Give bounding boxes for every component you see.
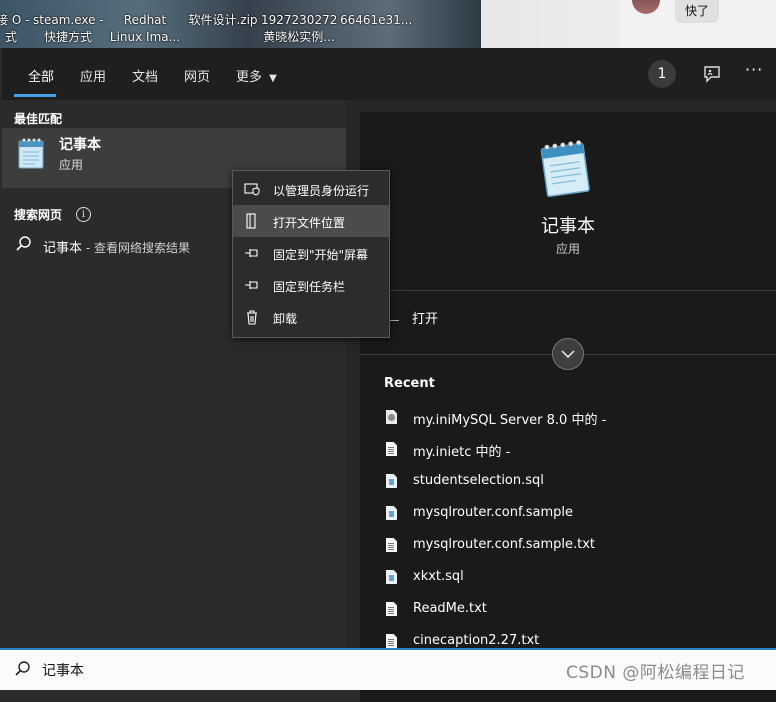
desktop-icon-label: 式 bbox=[4, 30, 17, 44]
best-match-subtitle: 应用 bbox=[59, 158, 84, 172]
app-detail-pane: 记事本 应用 打开 Recent my.iniMySQL Server 8.0 … bbox=[360, 112, 776, 702]
recent-heading: Recent bbox=[384, 376, 435, 391]
text-file-icon bbox=[386, 634, 397, 648]
search-input[interactable] bbox=[40, 658, 444, 682]
active-tab-indicator bbox=[14, 94, 56, 97]
recent-item-label: cinecaption2.27.txt bbox=[413, 633, 540, 648]
recent-item-label: ReadMe.txt bbox=[413, 601, 487, 616]
menu-item-open-file-location[interactable]: 打开文件位置 bbox=[233, 205, 389, 237]
info-icon[interactable]: i bbox=[76, 207, 91, 222]
tab-more-label: 更多 bbox=[236, 70, 263, 85]
text-file-icon bbox=[386, 602, 397, 616]
context-menu: 以管理员身份运行 打开文件位置 固定到"开始"屏幕 固定到任务栏 卸载 bbox=[232, 170, 390, 338]
chat-window-fragment: 快了 bbox=[620, 0, 776, 48]
tab-apps[interactable]: 应用 bbox=[80, 66, 106, 85]
filter-tab-bar: 全部 应用 文档 网页 更多 ▼ 1 ··· bbox=[2, 48, 776, 100]
tab-documents[interactable]: 文档 bbox=[132, 66, 158, 85]
web-search-heading: 搜索网页 bbox=[14, 208, 63, 222]
menu-item-pin-to-taskbar[interactable]: 固定到任务栏 bbox=[233, 269, 389, 301]
desktop-icon-folder[interactable]: 1927230272 黄晓松实例... bbox=[261, 12, 337, 46]
recent-item-label: xkxt.sql bbox=[413, 569, 464, 584]
menu-item-label: 固定到任务栏 bbox=[273, 280, 346, 294]
rewards-badge[interactable]: 1 bbox=[648, 60, 676, 88]
tab-more[interactable]: 更多 ▼ bbox=[236, 66, 277, 85]
sql-file-icon bbox=[386, 474, 397, 488]
notepad-large-icon bbox=[540, 140, 590, 198]
open-folder-icon bbox=[246, 213, 256, 229]
best-match-heading: 最佳匹配 bbox=[14, 112, 63, 126]
chevron-down-icon bbox=[561, 350, 575, 359]
pin-icon bbox=[245, 281, 258, 289]
recent-item[interactable]: xkxt.sql bbox=[386, 568, 766, 592]
recent-item-label: mysqlrouter.conf.sample.txt bbox=[413, 537, 596, 552]
menu-item-pin-to-start[interactable]: 固定到"开始"屏幕 bbox=[233, 237, 389, 269]
text-file-icon bbox=[386, 442, 397, 456]
app-subtitle: 应用 bbox=[555, 242, 580, 256]
text-file-icon bbox=[386, 538, 397, 552]
run-as-admin-icon bbox=[244, 183, 260, 196]
open-label: 打开 bbox=[412, 312, 439, 327]
desktop-background: 接 O - 式 steam.exe - 快捷方式 Redhat Linux Im… bbox=[0, 0, 776, 48]
desktop-icon-label: 快捷方式 bbox=[43, 30, 92, 44]
search-icon bbox=[15, 661, 30, 676]
recent-item[interactable]: my.iniMySQL Server 8.0 中的 - bbox=[386, 408, 766, 432]
desktop-icon-label: Redhat bbox=[123, 13, 167, 27]
search-icon bbox=[16, 236, 31, 251]
web-search-text: 记事本 - 查看网络搜索结果 bbox=[43, 237, 190, 256]
recent-item-label: my.inietc 中的 - bbox=[413, 445, 511, 460]
menu-item-label: 以管理员身份运行 bbox=[273, 184, 370, 198]
tab-web[interactable]: 网页 bbox=[184, 66, 210, 85]
desktop-icon-label: 1927230272 bbox=[261, 13, 338, 27]
app-title: 记事本 bbox=[541, 216, 595, 237]
feedback-icon[interactable] bbox=[702, 64, 722, 84]
menu-item-label: 打开文件位置 bbox=[273, 216, 346, 230]
recent-item[interactable]: mysqlrouter.conf.sample.txt bbox=[386, 536, 766, 560]
recent-item[interactable]: my.inietc 中的 - bbox=[386, 440, 766, 464]
recent-item[interactable]: studentselection.sql bbox=[386, 472, 766, 496]
web-search-suffix: - 查看网络搜索结果 bbox=[82, 241, 190, 255]
desktop-icon-label: 黄晓松实例... bbox=[263, 30, 335, 44]
desktop-icon[interactable]: 接 O - 式 bbox=[0, 12, 30, 46]
config-file-icon bbox=[386, 410, 397, 424]
expand-button[interactable] bbox=[552, 338, 584, 370]
desktop-icon-label: Linux Ima... bbox=[109, 30, 181, 44]
pin-icon bbox=[245, 249, 258, 257]
desktop-icon-zip[interactable]: 软件设计.zip bbox=[186, 12, 260, 29]
watermark: CSDN @阿松编程日记 bbox=[566, 663, 745, 683]
desktop-icon-label: steam.exe - bbox=[33, 13, 104, 27]
desktop-icon-file[interactable]: 66461e31... bbox=[340, 12, 413, 29]
menu-item-label: 固定到"开始"屏幕 bbox=[273, 248, 369, 262]
notepad-icon bbox=[18, 138, 44, 169]
more-options-button[interactable]: ··· bbox=[745, 60, 763, 79]
trash-icon bbox=[247, 310, 257, 325]
recent-item[interactable]: mysqlrouter.conf.sample bbox=[386, 504, 766, 528]
desktop-icon-label: 接 O - bbox=[0, 13, 30, 27]
desktop-icon-redhat[interactable]: Redhat Linux Ima... bbox=[109, 12, 181, 46]
divider bbox=[360, 290, 776, 291]
best-match-title: 记事本 bbox=[59, 137, 101, 153]
chat-bubble: 快了 bbox=[675, 0, 720, 23]
sample-file-icon bbox=[386, 506, 397, 520]
search-bar: CSDN @阿松编程日记 bbox=[0, 648, 776, 690]
desktop-icon-label: 软件设计.zip bbox=[188, 13, 258, 27]
menu-item-label: 卸载 bbox=[273, 312, 298, 326]
avatar bbox=[632, 0, 660, 14]
menu-item-uninstall[interactable]: 卸载 bbox=[233, 301, 389, 333]
recent-item[interactable]: ReadMe.txt bbox=[386, 600, 766, 624]
recent-item-label: my.iniMySQL Server 8.0 中的 - bbox=[413, 413, 607, 428]
chevron-down-icon: ▼ bbox=[269, 73, 277, 84]
desktop-icon-steam[interactable]: steam.exe - 快捷方式 bbox=[33, 12, 104, 46]
sql-file-icon bbox=[386, 570, 397, 584]
desktop-icon-label: 66461e31... bbox=[340, 13, 413, 27]
recent-item-label: mysqlrouter.conf.sample bbox=[413, 505, 573, 520]
recent-item-label: studentselection.sql bbox=[413, 473, 544, 488]
start-search-panel: 全部 应用 文档 网页 更多 ▼ 1 ··· 最佳匹配 记事本 应用 搜索网页 bbox=[2, 48, 776, 702]
tab-all[interactable]: 全部 bbox=[28, 66, 54, 85]
menu-item-run-as-admin[interactable]: 以管理员身份运行 bbox=[233, 173, 389, 205]
web-search-query: 记事本 bbox=[43, 241, 83, 256]
